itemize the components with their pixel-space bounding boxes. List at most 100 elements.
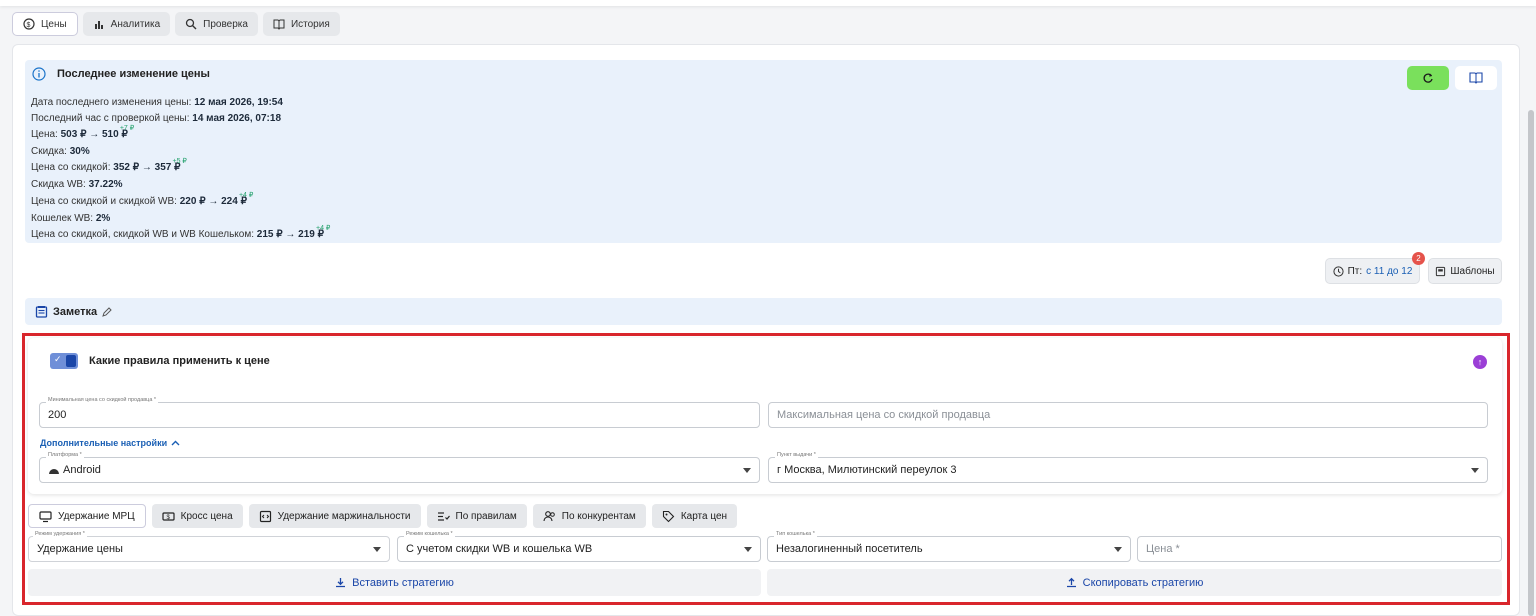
price-delta: +7 ₽ [119, 125, 135, 133]
android-icon [49, 468, 59, 474]
info-line: Скидка WB: 37.22% [31, 177, 330, 193]
main-tabs: $ Цены Аналитика Проверка История [12, 12, 340, 36]
strategy-tab-label: По конкурентам [561, 510, 636, 522]
toggle-knob [66, 355, 76, 367]
hold-mode-label: Режим удержания * [33, 531, 87, 537]
check-icon: ✓ [54, 354, 62, 364]
top-bar [0, 0, 1536, 6]
info-line-label: Кошелек WB: [31, 212, 96, 224]
price-delta: +4 ₽ [316, 224, 331, 232]
platform-label: Платформа * [46, 452, 84, 458]
paste-strategy-button[interactable]: Вставить стратегию [28, 569, 761, 596]
platform-select[interactable]: Android [39, 457, 760, 483]
clock-icon [1333, 265, 1344, 277]
price-delta: +5 ₽ [172, 158, 187, 166]
info-line: Цена: 503 ₽ → 510 ₽+7 ₽ [31, 125, 330, 144]
schedule-prefix: Пт: [1347, 265, 1363, 277]
price-placeholder: Цена * [1146, 543, 1180, 555]
book-icon [1469, 72, 1483, 84]
hold-mode-select[interactable]: Удержание цены [28, 536, 390, 562]
tab-prices[interactable]: $ Цены [12, 12, 78, 36]
notes-icon [35, 306, 48, 318]
info-line-label: Цена со скидкой: [31, 162, 114, 174]
tab-cross-price[interactable]: $ Кросс цена [151, 504, 243, 528]
advanced-settings-toggle[interactable]: Дополнительные настройки [40, 438, 180, 448]
copy-strategy-label: Скопировать стратегию [1082, 576, 1204, 589]
min-price-label: Минимальная цена со скидкой продавца * [46, 397, 159, 403]
tag-icon [662, 510, 675, 522]
tab-by-rules[interactable]: По правилам [426, 504, 527, 528]
code-box-icon [259, 510, 271, 522]
template-icon [1436, 266, 1446, 276]
history-button[interactable] [1455, 66, 1497, 90]
tab-label: Проверка [203, 18, 248, 30]
tab-check[interactable]: Проверка [175, 12, 258, 36]
rules-toggle[interactable]: ✓ [50, 353, 78, 369]
info-line: Цена со скидкой и скидкой WB: 220 ₽ → 22… [31, 191, 330, 211]
pencil-icon[interactable] [102, 306, 112, 317]
info-line-label: Дата последнего изменения цены: [31, 97, 195, 108]
tab-analytics[interactable]: Аналитика [82, 12, 171, 36]
book-icon [273, 19, 285, 30]
rules-title: Какие правила применить к цене [89, 355, 270, 367]
last-price-change-panel: Последнее изменение цены Дата последнего… [25, 60, 1502, 243]
info-line: Дата последнего изменения цены: 12 мая 2… [31, 95, 330, 111]
scrollbar[interactable] [1528, 110, 1534, 616]
max-price-placeholder: Максимальная цена со скидкой продавца [777, 409, 991, 421]
list-check-icon [437, 511, 450, 521]
info-line-value: 12 мая 2026, 19:54 [194, 97, 283, 108]
chevron-down-icon [1114, 547, 1122, 552]
info-line-value: 37.22% [88, 179, 123, 191]
tab-hold-mrp[interactable]: Удержание МРЦ [28, 504, 146, 528]
info-line-value: 352 ₽ → 357 ₽ [113, 162, 181, 174]
bar-chart-icon [94, 21, 103, 29]
templates-button[interactable]: Шаблоны [1428, 258, 1502, 284]
arrow-up-icon[interactable]: ↑ [1473, 355, 1487, 369]
refresh-button[interactable] [1407, 66, 1449, 90]
schedule-range: с 11 до 12 [1366, 265, 1413, 277]
paste-strategy-label: Вставить стратегию [352, 576, 454, 589]
pickup-point-select[interactable]: г Москва, Милютинский переулок 3 [768, 457, 1488, 483]
max-price-input[interactable]: Максимальная цена со скидкой продавца [768, 402, 1488, 428]
info-line-value: 2% [95, 212, 111, 224]
monitor-icon [39, 510, 52, 522]
price-input[interactable]: Цена * [1137, 536, 1502, 562]
copy-strategy-button[interactable]: Скопировать стратегию [767, 569, 1502, 596]
tab-hold-margin[interactable]: Удержание маржинальности [248, 504, 421, 528]
strategy-tabs: Удержание МРЦ $ Кросс цена Удержание марж… [28, 504, 738, 528]
tab-history[interactable]: История [262, 12, 340, 36]
schedule-button[interactable]: Пт: с 11 до 12 [1325, 258, 1420, 284]
notification-badge: 2 [1412, 252, 1425, 265]
wallet-type-value: Незалогиненный посетитель [776, 543, 923, 555]
strategy-tab-label: Удержание маржинальности [277, 510, 411, 522]
strategy-tab-label: Кросс цена [180, 510, 233, 522]
platform-value: Android [63, 464, 101, 476]
tab-by-competitors[interactable]: По конкурентам [532, 504, 646, 528]
price-delta: +4 ₽ [238, 191, 254, 199]
wallet-mode-label: Режим кошелька * [404, 531, 455, 537]
cash-icon: $ [162, 511, 175, 521]
wallet-mode-select[interactable]: С учетом скидки WB и кошелька WB [397, 536, 761, 562]
users-icon [543, 510, 555, 521]
pickup-value: г Москва, Милютинский переулок 3 [777, 464, 957, 476]
info-line-label: Скидка: [31, 146, 70, 158]
note-label: Заметка [53, 305, 98, 318]
pickup-label: Пункт выдачи * [775, 452, 818, 458]
info-line-value: 220 ₽ → 224 ₽ [179, 195, 247, 207]
refresh-icon [1423, 73, 1433, 83]
info-line-label: Цена со скидкой и скидкой WB: [31, 195, 180, 207]
note-bar[interactable]: Заметка [25, 298, 1502, 325]
info-icon [32, 67, 46, 81]
price-icon: $ [23, 18, 35, 30]
chevron-down-icon [1471, 468, 1479, 473]
wallet-type-select[interactable]: Незалогиненный посетитель [767, 536, 1131, 562]
info-line-label: Цена со скидкой, скидкой WB и WB Кошельк… [31, 228, 257, 240]
tab-price-map[interactable]: Карта цен [651, 504, 738, 528]
strategy-tab-label: По правилам [455, 510, 517, 522]
min-price-value: 200 [48, 409, 67, 421]
chevron-down-icon [743, 468, 751, 473]
min-price-input[interactable]: 200 [39, 402, 760, 428]
info-line-label: Последний час с проверкой цены: [31, 113, 193, 125]
tab-label: История [290, 18, 330, 30]
tab-label: Аналитика [110, 18, 161, 30]
